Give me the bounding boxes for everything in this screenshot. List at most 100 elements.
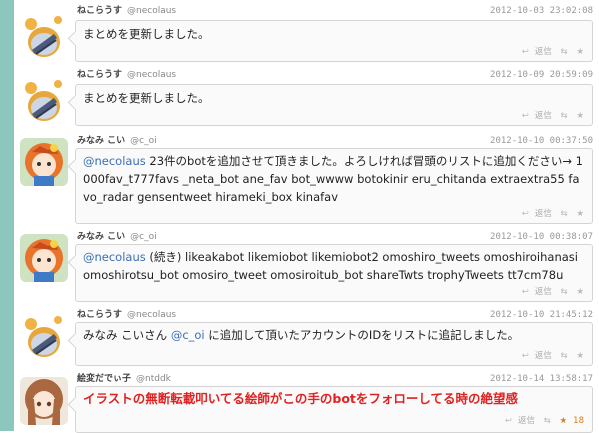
screen-name[interactable]: @necolaus (127, 70, 176, 80)
tweet-body: (続き) likeakabot likemiobot likemiobot2 o… (83, 250, 578, 282)
bubble-arrow (67, 332, 84, 349)
reply-icon[interactable]: ↩ (522, 209, 529, 219)
bubble-arrow (67, 94, 84, 111)
reply-link[interactable]: 返信 (535, 351, 552, 361)
reply-link[interactable]: 返信 (518, 416, 535, 426)
retweet-icon[interactable]: ⇆ (561, 209, 568, 219)
favorite-icon[interactable]: ★ (576, 287, 584, 297)
tweet-item: ねこらうす @necolaus 2012-10-10 21:45:12 みなみ こ… (14, 308, 599, 366)
tweet-author: ねこらうす @necolaus (77, 4, 176, 18)
tweet-date[interactable]: 2012-10-09 20:59:09 (490, 68, 593, 82)
reply-link[interactable]: 返信 (535, 111, 552, 121)
avatar[interactable] (20, 314, 68, 362)
tweet-date[interactable]: 2012-10-03 23:02:08 (490, 4, 593, 18)
favorite-icon[interactable]: ★ (576, 47, 584, 57)
display-name[interactable]: ねこらうす (77, 70, 122, 80)
sidebar-strip (0, 0, 14, 431)
tweet-item: ねこらうす @necolaus 2012-10-03 23:02:08 まとめを更… (14, 4, 599, 62)
display-name[interactable]: みなみ こい (77, 136, 125, 146)
avatar[interactable] (20, 14, 68, 62)
retweet-icon[interactable]: ⇆ (561, 47, 568, 57)
retweet-icon[interactable]: ⇆ (561, 351, 568, 361)
favorite-count: 18 (573, 416, 584, 426)
avatar[interactable] (20, 377, 68, 425)
tweet-author: 絵変だでぃ子 @ntddk (77, 372, 171, 386)
reply-link[interactable]: 返信 (535, 47, 552, 57)
tweet-body: に追加して頂いたアカウントのIDをリストに追記しました。 (204, 328, 520, 342)
tweet-author: みなみ こい @c_oi (77, 230, 157, 244)
retweet-icon[interactable]: ⇆ (561, 111, 568, 121)
tweet-author: ねこらうす @necolaus (77, 68, 176, 82)
tweet-date[interactable]: 2012-10-10 21:45:12 (490, 308, 593, 322)
favorite-icon[interactable]: ★ (576, 209, 584, 219)
tweet-text: まとめを更新しました。 (83, 91, 210, 105)
retweet-icon[interactable]: ⇆ (561, 287, 568, 297)
screen-name[interactable]: @c_oi (130, 136, 156, 146)
bubble-arrow (67, 396, 84, 413)
screen-name[interactable]: @ntddk (136, 374, 171, 384)
tweet-actions: ↩ 返信 ⇆ ★ (516, 207, 584, 221)
favorite-icon[interactable]: ★ (576, 111, 584, 121)
tweet-bubble: @necolaus (続き) likeakabot likemiobot lik… (67, 244, 593, 302)
reply-icon[interactable]: ↩ (505, 416, 512, 426)
necolaus-avatar-icon (20, 14, 68, 62)
tweet-text: @necolaus (続き) likeakabot likemiobot lik… (83, 248, 584, 284)
favorite-icon[interactable]: ★ (576, 351, 584, 361)
screen-name[interactable]: @necolaus (127, 310, 176, 320)
bubble-arrow (67, 158, 84, 175)
bubble-arrow (67, 254, 84, 271)
mention-link[interactable]: @c_oi (171, 328, 205, 342)
tweet-text: イラストの無断転載叩いてる絵師がこの手のbotをフォローしてる時の絶望感 (83, 390, 584, 408)
tweet-body-b: bot (332, 391, 356, 406)
tweet-body: 23件のbotを追加させて頂きました。よろしければ冒頭のリストに追加ください→ … (83, 154, 583, 204)
display-name[interactable]: 絵変だでぃ子 (77, 374, 131, 384)
tweet-bubble: まとめを更新しました。 ↩ 返信 ⇆ ★ (67, 84, 593, 126)
screen-name[interactable]: @necolaus (127, 6, 176, 16)
ntddk-avatar-icon (20, 377, 68, 425)
tweet-body-a: イラストの無断転載叩いてる絵師がこの手の (83, 391, 333, 406)
tweet-item: 絵変だでぃ子 @ntddk 2012-10-14 13:58:17 イラストの無断… (14, 372, 599, 433)
display-name[interactable]: ねこらうす (77, 310, 122, 320)
reply-link[interactable]: 返信 (535, 287, 552, 297)
necolaus-avatar-icon (20, 78, 68, 126)
reply-icon[interactable]: ↩ (522, 111, 529, 121)
tweet-date[interactable]: 2012-10-10 00:37:50 (490, 134, 593, 148)
tweet-bubble: みなみ こいさん @c_oi に追加して頂いたアカウントのIDをリストに追記しま… (67, 322, 593, 366)
tweet-actions: ↩ 返信 ⇆ ★ (516, 349, 584, 363)
tweet-body-prefix: みなみ こいさん (83, 328, 171, 342)
display-name[interactable]: みなみ こい (77, 232, 125, 242)
avatar[interactable] (20, 234, 68, 282)
tweet-text: みなみ こいさん @c_oi に追加して頂いたアカウントのIDをリストに追記しま… (83, 326, 584, 344)
tweet-author: ねこらうす @necolaus (77, 308, 176, 322)
screen-name[interactable]: @c_oi (130, 232, 156, 242)
tweet-actions: ↩ 返信 ⇆ ★ (516, 109, 584, 123)
display-name[interactable]: ねこらうす (77, 6, 122, 16)
tweet-bubble: イラストの無断転載叩いてる絵師がこの手のbotをフォローしてる時の絶望感 ↩ 返信… (67, 386, 593, 433)
tweet-date[interactable]: 2012-10-10 00:38:07 (490, 230, 593, 244)
bubble-arrow (67, 30, 84, 47)
reply-icon[interactable]: ↩ (522, 47, 529, 57)
tweet-actions: ↩ 返信 ⇆ ★ (516, 285, 584, 299)
tweet-item: みなみ こい @c_oi 2012-10-10 00:38:07 @necolau… (14, 230, 599, 302)
tweet-text: まとめを更新しました。 (83, 27, 210, 41)
tweet-bubble: @necolaus 23件のbotを追加させて頂きました。よろしければ冒頭のリス… (67, 148, 593, 224)
tweet-actions: ↩ 返信 ⇆ ★ (516, 45, 584, 59)
retweet-icon[interactable]: ⇆ (544, 416, 551, 426)
c_oi-avatar-icon (20, 234, 68, 282)
tweet-body-c: をフォローしてる時の絶望感 (355, 391, 519, 406)
favorite-icon[interactable]: ★ (560, 416, 568, 426)
avatar[interactable] (20, 138, 68, 186)
tweet-item: みなみ こい @c_oi 2012-10-10 00:37:50 @necolau… (14, 134, 599, 224)
reply-link[interactable]: 返信 (535, 209, 552, 219)
tweet-item: ねこらうす @necolaus 2012-10-09 20:59:09 まとめを更… (14, 68, 599, 126)
mention-link[interactable]: @necolaus (83, 154, 146, 168)
avatar[interactable] (20, 78, 68, 126)
mention-link[interactable]: @necolaus (83, 250, 146, 264)
tweet-actions: ↩ 返信 ⇆ ★ 18 (499, 414, 584, 428)
reply-icon[interactable]: ↩ (522, 287, 529, 297)
reply-icon[interactable]: ↩ (522, 351, 529, 361)
necolaus-avatar-icon (20, 314, 68, 362)
tweet-date[interactable]: 2012-10-14 13:58:17 (490, 372, 593, 386)
c_oi-avatar-icon (20, 138, 68, 186)
tweet-author: みなみ こい @c_oi (77, 134, 157, 148)
